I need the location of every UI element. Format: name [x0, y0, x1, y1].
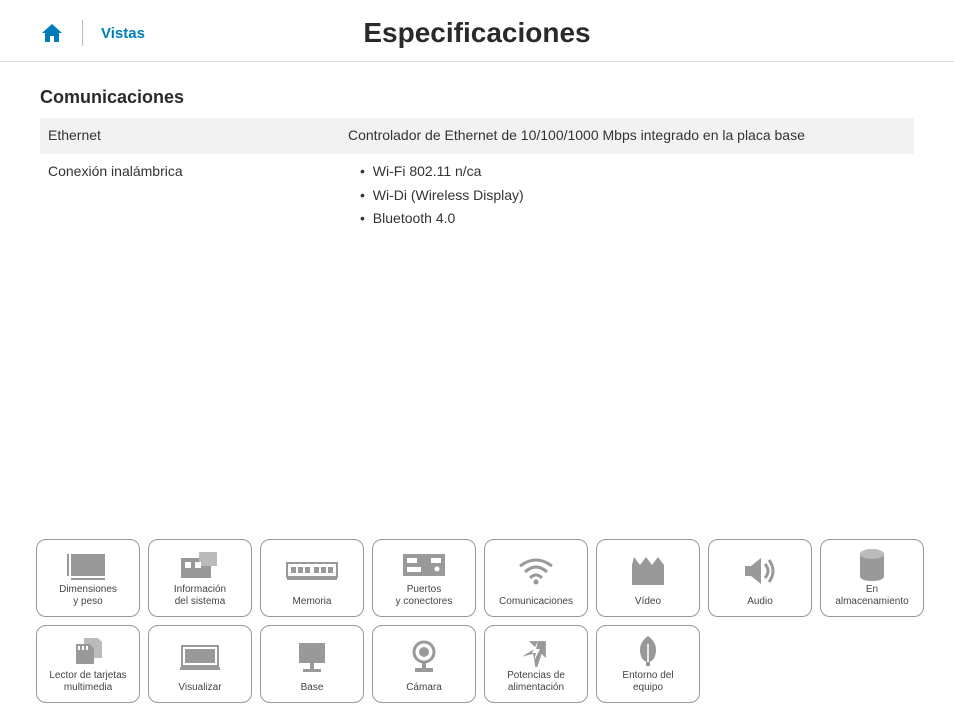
card-label: Lector de tarjetas multimedia — [49, 670, 126, 694]
content: Comunicaciones Ethernet Controlador de E… — [0, 62, 954, 257]
environment-icon — [601, 632, 695, 670]
card-label: Puertos y conectores — [396, 584, 453, 608]
power-icon — [489, 632, 583, 670]
home-icon[interactable] — [40, 22, 64, 44]
spec-value: Wi-Fi 802.11 n/ca Wi-Di (Wireless Displa… — [348, 160, 906, 231]
spec-label: Conexión inalámbrica — [48, 160, 348, 231]
card-label: Vídeo — [635, 596, 661, 608]
card-dimensions[interactable]: Dimensiones y peso — [36, 539, 140, 617]
spec-row-wireless: Conexión inalámbrica Wi-Fi 802.11 n/ca W… — [40, 154, 914, 237]
card-audio[interactable]: Audio — [708, 539, 812, 617]
spec-bullet: Wi-Di (Wireless Display) — [360, 184, 906, 208]
wifi-icon — [489, 546, 583, 596]
card-label: Base — [301, 682, 324, 694]
spec-bullet: Bluetooth 4.0 — [360, 207, 906, 231]
card-reader-icon — [41, 632, 135, 670]
storage-icon — [825, 546, 919, 584]
card-label: Entorno del equipo — [622, 670, 673, 694]
vistas-link[interactable]: Vistas — [101, 25, 145, 42]
card-label: Visualizar — [178, 682, 221, 694]
card-environment[interactable]: Entorno del equipo — [596, 625, 700, 703]
card-label: Cámara — [406, 682, 442, 694]
card-video[interactable]: Vídeo — [596, 539, 700, 617]
camera-icon — [377, 632, 471, 682]
spec-bullet: Wi-Fi 802.11 n/ca — [360, 160, 906, 184]
card-power[interactable]: Potencias de alimentación — [484, 625, 588, 703]
card-label: En almacenamiento — [835, 584, 908, 608]
card-label: Memoria — [293, 596, 332, 608]
header: Vistas Especificaciones — [0, 0, 954, 62]
header-divider — [82, 20, 83, 46]
card-memory[interactable]: Memoria — [260, 539, 364, 617]
card-system-info[interactable]: Información del sistema — [148, 539, 252, 617]
spec-value: Controlador de Ethernet de 10/100/1000 M… — [348, 124, 906, 148]
ports-icon — [377, 546, 471, 584]
nav-cards: Dimensiones y peso Información del siste… — [36, 539, 944, 703]
card-label: Dimensiones y peso — [59, 584, 117, 608]
dimensions-icon — [41, 546, 135, 584]
spec-bullet-list: Wi-Fi 802.11 n/ca Wi-Di (Wireless Displa… — [348, 160, 906, 231]
card-label: Potencias de alimentación — [507, 670, 565, 694]
spec-label: Ethernet — [48, 124, 348, 148]
audio-icon — [713, 546, 807, 596]
card-label: Audio — [747, 596, 773, 608]
card-ports[interactable]: Puertos y conectores — [372, 539, 476, 617]
section-title: Comunicaciones — [40, 87, 914, 108]
spec-row-ethernet: Ethernet Controlador de Ethernet de 10/1… — [40, 118, 914, 154]
display-icon — [153, 632, 247, 682]
card-label: Información del sistema — [174, 584, 226, 608]
card-communications[interactable]: Comunicaciones — [484, 539, 588, 617]
memory-icon — [265, 546, 359, 596]
card-label: Comunicaciones — [499, 596, 573, 608]
card-base[interactable]: Base — [260, 625, 364, 703]
card-media-reader[interactable]: Lector de tarjetas multimedia — [36, 625, 140, 703]
video-icon — [601, 546, 695, 596]
chip-icon — [153, 546, 247, 584]
card-storage[interactable]: En almacenamiento — [820, 539, 924, 617]
base-icon — [265, 632, 359, 682]
card-display[interactable]: Visualizar — [148, 625, 252, 703]
card-camera[interactable]: Cámara — [372, 625, 476, 703]
page-title: Especificaciones — [363, 17, 590, 49]
